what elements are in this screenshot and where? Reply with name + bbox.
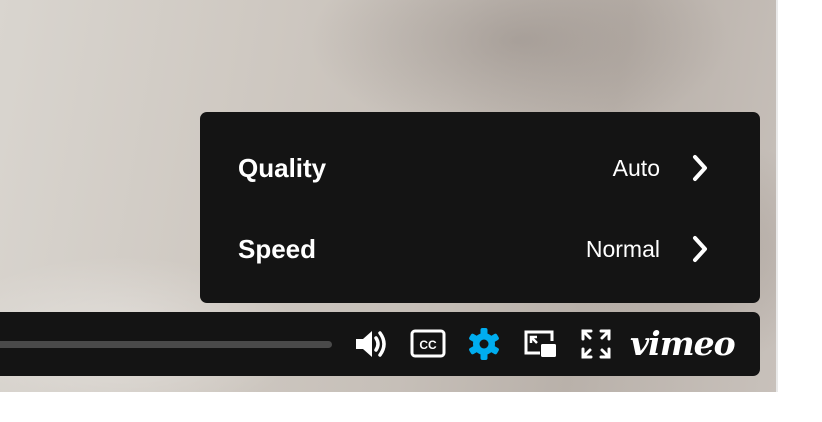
progress-bar[interactable] — [0, 341, 332, 348]
menu-item-quality-value: Auto — [612, 154, 660, 181]
menu-item-quality-label: Quality — [238, 152, 327, 183]
volume-icon — [356, 331, 386, 357]
settings-button[interactable] — [464, 326, 504, 362]
picture-in-picture-icon — [524, 330, 556, 357]
video-edge — [776, 0, 778, 392]
control-bar: CC vimeo — [0, 312, 760, 376]
settings-menu: Quality Auto Speed Normal — [200, 112, 760, 303]
chevron-right-icon — [693, 236, 707, 262]
settings-gear-icon — [469, 328, 499, 360]
menu-item-speed-value: Normal — [585, 235, 660, 262]
cc-text: CC — [419, 338, 437, 352]
closed-captions-button[interactable]: CC — [408, 326, 448, 362]
fullscreen-icon — [581, 329, 611, 359]
picture-in-picture-button[interactable] — [520, 326, 560, 362]
closed-captions-icon: CC — [410, 329, 446, 358]
menu-item-speed[interactable]: Speed Normal — [200, 209, 760, 289]
fullscreen-button[interactable] — [576, 326, 616, 362]
menu-item-speed-label: Speed — [238, 233, 317, 264]
volume-button[interactable] — [352, 326, 392, 362]
vimeo-logo[interactable]: vimeo — [630, 324, 736, 364]
chevron-right-icon — [693, 155, 707, 181]
menu-item-quality[interactable]: Quality Auto — [200, 128, 760, 208]
